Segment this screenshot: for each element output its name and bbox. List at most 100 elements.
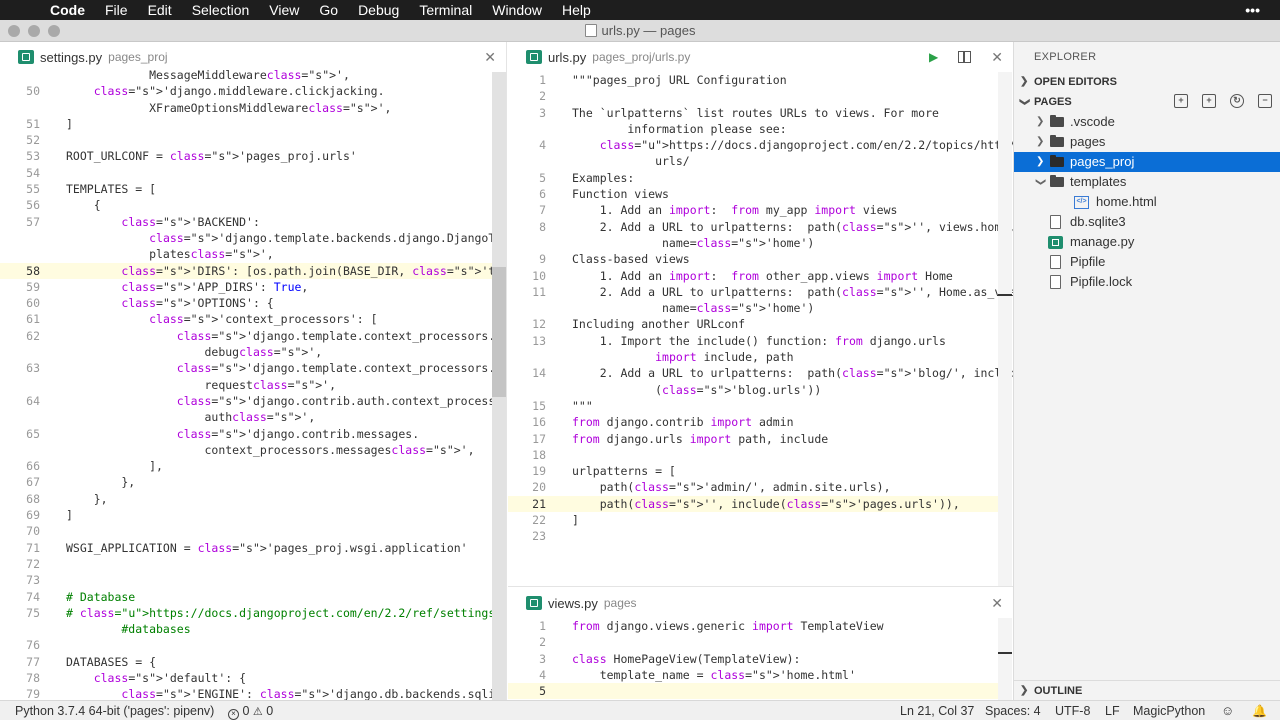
indentation[interactable]: Spaces: 4 — [985, 701, 1041, 720]
python-interpreter[interactable]: Python 3.7.4 64-bit ('pages': pipenv) — [15, 701, 214, 720]
menu-file[interactable]: File — [95, 0, 138, 20]
code-line[interactable]: 5 Examples: — [508, 170, 998, 186]
tree-item-pipfile-lock[interactable]: Pipfile.lock — [1014, 272, 1280, 292]
notifications-bell-icon[interactable]: 🔔 — [1252, 701, 1267, 720]
tree-item-manage-py[interactable]: manage.py — [1014, 232, 1280, 252]
code-line[interactable]: information please see: — [508, 121, 998, 137]
urls-scrollbar[interactable] — [998, 72, 1012, 586]
code-line[interactable]: 51] — [0, 116, 492, 132]
menu-edit[interactable]: Edit — [138, 0, 182, 20]
menu-selection[interactable]: Selection — [182, 0, 260, 20]
menu-window[interactable]: Window — [482, 0, 552, 20]
code-line[interactable]: 75 # class="u">https://docs.djangoproject… — [0, 605, 502, 621]
code-line[interactable]: 76 — [0, 637, 492, 653]
code-line[interactable]: 62 class="s">'django.template.context_pr… — [0, 328, 495, 344]
run-play-icon[interactable]: ▶ — [929, 50, 938, 64]
tree-item-templates[interactable]: ❯ templates — [1014, 172, 1280, 192]
menu-debug[interactable]: Debug — [348, 0, 409, 20]
views-code-area[interactable]: 1 from django.views.generic import Templa… — [508, 618, 998, 700]
code-line[interactable]: urls/ — [508, 153, 998, 169]
code-line[interactable]: 52 — [0, 132, 492, 148]
code-line[interactable]: 79 class="s">'ENGINE': class="s">'django… — [0, 686, 506, 700]
code-line[interactable]: 2 — [508, 634, 998, 650]
urls-tab[interactable]: urls.py pages_proj/urls.py ▶ ✕ — [508, 42, 1013, 72]
code-line[interactable]: platesclass="s">', — [0, 246, 492, 262]
code-line[interactable]: 2 — [508, 88, 998, 104]
code-line[interactable]: 7 1. Add an import: from my_app import v… — [508, 202, 998, 218]
code-line[interactable]: 18 — [508, 447, 998, 463]
code-line[interactable]: 61 class="s">'context_processors': [ — [0, 311, 492, 327]
code-line[interactable]: import include, path — [508, 349, 998, 365]
views-scrollbar[interactable] — [998, 618, 1012, 700]
settings-scrollbar[interactable] — [492, 72, 506, 700]
code-line[interactable]: 78 class="s">'default': { — [0, 670, 492, 686]
code-line[interactable]: debugclass="s">', — [0, 344, 492, 360]
code-line[interactable]: 67 }, — [0, 474, 492, 490]
close-tab-icon[interactable]: ✕ — [991, 595, 1003, 612]
code-line[interactable]: 4 class="u">https://docs.djangoproject.c… — [508, 137, 1013, 153]
refresh-icon[interactable]: ↻ — [1230, 94, 1244, 108]
urls-code-area[interactable]: 1 """pages_proj URL Configuration 2 3 The `u… — [508, 72, 1013, 545]
code-line[interactable]: 74 # Database — [0, 589, 492, 605]
collapse-all-icon[interactable]: − — [1258, 94, 1272, 108]
code-line[interactable]: 9 Class-based views — [508, 251, 998, 267]
close-tab-icon[interactable]: ✕ — [484, 49, 496, 66]
menu-code[interactable]: Code — [40, 0, 95, 20]
code-line[interactable]: 6 Function views — [508, 186, 998, 202]
code-line[interactable]: 65 class="s">'django.contrib.messages. — [0, 426, 492, 442]
menu-view[interactable]: View — [259, 0, 309, 20]
feedback-smiley-icon[interactable]: ☺ — [1221, 701, 1234, 720]
code-line[interactable]: 14 2. Add a URL to urlpatterns: path(cla… — [508, 365, 1013, 381]
code-line[interactable]: XFrameOptionsMiddlewareclass="s">', — [0, 100, 492, 116]
code-line[interactable]: 11 2. Add a URL to urlpatterns: path(cla… — [508, 284, 1013, 300]
code-line[interactable]: 3 The `urlpatterns` list routes URLs to v… — [508, 105, 998, 121]
more-dots-icon[interactable]: ••• — [1245, 2, 1260, 18]
code-line[interactable]: 16 from django.contrib import admin — [508, 414, 998, 430]
code-line[interactable]: name=class="s">'home') — [508, 300, 998, 316]
language-mode[interactable]: MagicPython — [1133, 701, 1205, 720]
code-line[interactable]: 10 1. Add an import: from other_app.view… — [508, 268, 998, 284]
code-line[interactable]: 22] — [508, 512, 998, 528]
code-line[interactable]: 3 class HomePageView(TemplateView): — [508, 651, 998, 667]
code-line[interactable]: #databases — [0, 621, 492, 637]
minimize-window-button[interactable] — [28, 25, 40, 37]
menu-go[interactable]: Go — [309, 0, 348, 20]
code-line[interactable]: 8 2. Add a URL to urlpatterns: path(clas… — [508, 219, 1013, 235]
chevron-right-icon[interactable]: ❯ — [1036, 152, 1044, 172]
outline-section[interactable]: ❯ OUTLINE — [1014, 680, 1280, 700]
code-line[interactable]: 58 class="s">'DIRS': [os.path.join(BASE_… — [0, 262, 506, 279]
tree-item-pipfile[interactable]: Pipfile — [1014, 252, 1280, 272]
new-file-icon[interactable]: + — [1174, 94, 1188, 108]
code-line[interactable]: 77 DATABASES = { — [0, 654, 492, 670]
code-line[interactable]: 15 """ — [508, 398, 998, 414]
menu-terminal[interactable]: Terminal — [409, 0, 482, 20]
code-line[interactable]: 13 1. Import the include() function: fro… — [508, 333, 998, 349]
code-line[interactable]: 23 — [508, 528, 998, 544]
cursor-position[interactable]: Ln 21, Col 37 — [900, 701, 974, 720]
code-line[interactable]: 57 class="s">'BACKEND': — [0, 214, 492, 230]
code-line[interactable]: 1 """pages_proj URL Configuration — [508, 72, 998, 88]
code-line[interactable]: 69] — [0, 507, 492, 523]
tree-item--vscode[interactable]: ❯ .vscode — [1014, 112, 1280, 132]
code-line[interactable]: 20 path(class="s">'admin/', admin.site.u… — [508, 479, 998, 495]
chevron-right-icon[interactable]: ❯ — [1036, 112, 1044, 132]
split-editor-icon[interactable] — [958, 51, 972, 63]
code-line[interactable]: 54 — [0, 165, 492, 181]
zoom-window-button[interactable] — [48, 25, 60, 37]
problems-indicator[interactable]: × 0 ⚠ 0 — [228, 701, 273, 720]
code-line[interactable]: 53 ROOT_URLCONF = class="s">'pages_proj.u… — [0, 148, 492, 164]
views-tab[interactable]: views.py pages ✕ — [508, 588, 1013, 618]
tree-item-home-html[interactable]: </> home.html — [1014, 192, 1280, 212]
settings-scroll-thumb[interactable] — [492, 267, 506, 397]
code-line[interactable]: class="s">'django.template.backends.djan… — [0, 230, 506, 246]
code-line[interactable]: 12 Including another URLconf — [508, 316, 998, 332]
code-line[interactable]: context_processors.messagesclass="s">', — [0, 442, 492, 458]
code-line[interactable]: 63 class="s">'django.template.context_pr… — [0, 360, 495, 376]
chevron-right-icon[interactable]: ❯ — [1036, 132, 1044, 152]
code-line[interactable]: 68 }, — [0, 491, 492, 507]
code-line[interactable]: 66 ], — [0, 458, 492, 474]
code-line[interactable]: name=class="s">'home') — [508, 235, 998, 251]
pages-folder-section[interactable]: ❯ PAGES + + ↻ − — [1014, 92, 1280, 112]
new-folder-icon[interactable]: + — [1202, 94, 1216, 108]
code-line[interactable]: 19 urlpatterns = [ — [508, 463, 998, 479]
